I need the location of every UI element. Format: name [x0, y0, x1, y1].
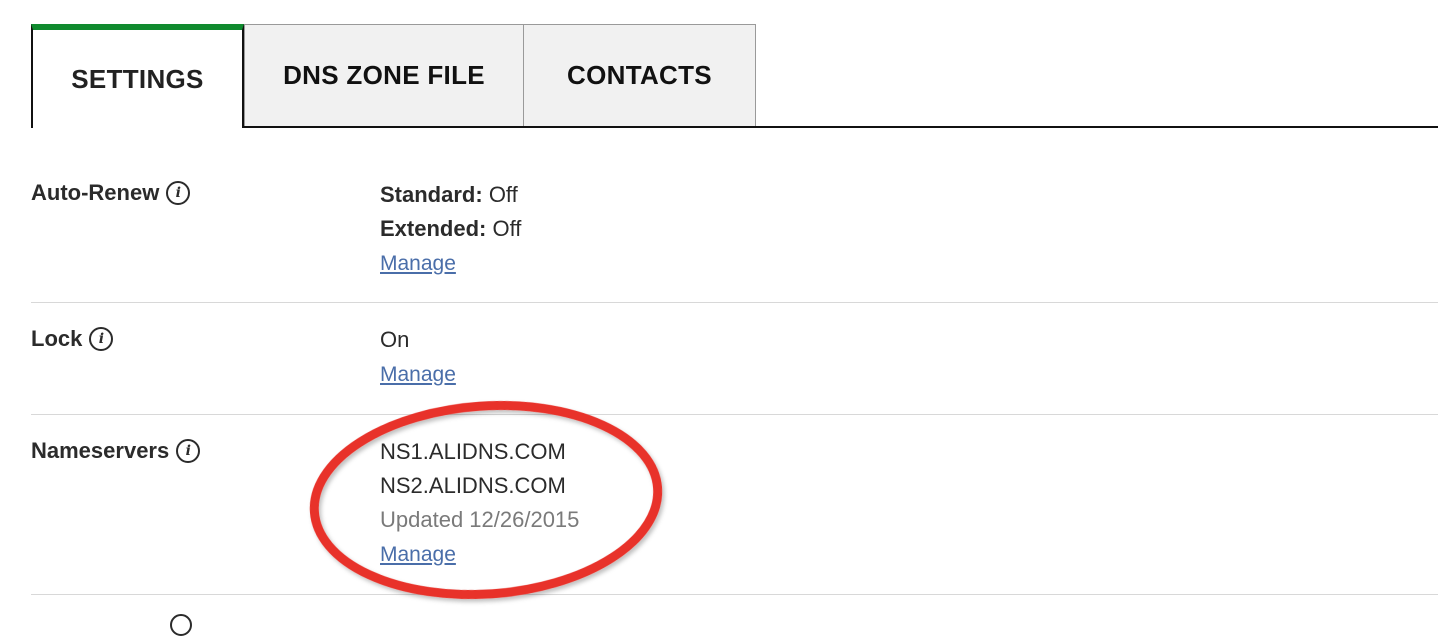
lock-manage-link[interactable]: Manage	[380, 363, 456, 386]
lock-value: On	[380, 327, 410, 352]
nameservers-row: Nameservers i NS1.ALIDNS.COM NS2.ALIDNS.…	[31, 435, 1438, 585]
lock-values: On Manage	[380, 323, 456, 392]
auto-renew-standard: Standard: Off	[380, 178, 521, 212]
extended-key: Extended:	[380, 216, 487, 241]
nameservers-values: NS1.ALIDNS.COM NS2.ALIDNS.COM Updated 12…	[380, 435, 579, 572]
auto-renew-manage-link[interactable]: Manage	[380, 252, 456, 275]
nameservers-label-group: Nameservers i	[31, 438, 201, 464]
tab-bar: SETTINGS DNS ZONE FILE CONTACTS	[31, 24, 1438, 128]
nameservers-manage-link[interactable]: Manage	[380, 543, 456, 566]
nameserver-2: NS2.ALIDNS.COM	[380, 473, 566, 498]
auto-renew-extended: Extended: Off	[380, 212, 521, 246]
auto-renew-label: Auto-Renew	[31, 180, 160, 205]
lock-label: Lock	[31, 326, 83, 351]
extended-value: Off	[492, 216, 522, 241]
lock-label-group: Lock i	[31, 326, 114, 352]
nameservers-label: Nameservers	[31, 438, 170, 463]
row-divider	[31, 302, 1438, 303]
tab-settings[interactable]: SETTINGS	[31, 24, 244, 128]
auto-renew-values: Standard: Off Extended: Off Manage	[380, 178, 521, 281]
auto-renew-row: Auto-Renew i Standard: Off Extended: Off…	[31, 178, 1438, 288]
lock-row: Lock i On Manage	[31, 323, 1438, 403]
row-divider	[31, 414, 1438, 415]
nameserver-1: NS1.ALIDNS.COM	[380, 439, 566, 464]
info-icon	[170, 614, 192, 636]
info-icon[interactable]: i	[176, 439, 201, 463]
row-divider	[31, 594, 1438, 595]
auto-renew-label-group: Auto-Renew i	[31, 180, 191, 206]
tab-dns-zone-file[interactable]: DNS ZONE FILE	[244, 24, 524, 126]
tab-bar-underline	[243, 126, 1438, 128]
standard-key: Standard:	[380, 182, 483, 207]
standard-value: Off	[488, 182, 518, 207]
nameservers-updated: Updated 12/26/2015	[380, 507, 580, 532]
info-icon[interactable]: i	[89, 327, 114, 351]
info-icon[interactable]: i	[166, 181, 191, 205]
tab-contacts[interactable]: CONTACTS	[523, 24, 756, 126]
